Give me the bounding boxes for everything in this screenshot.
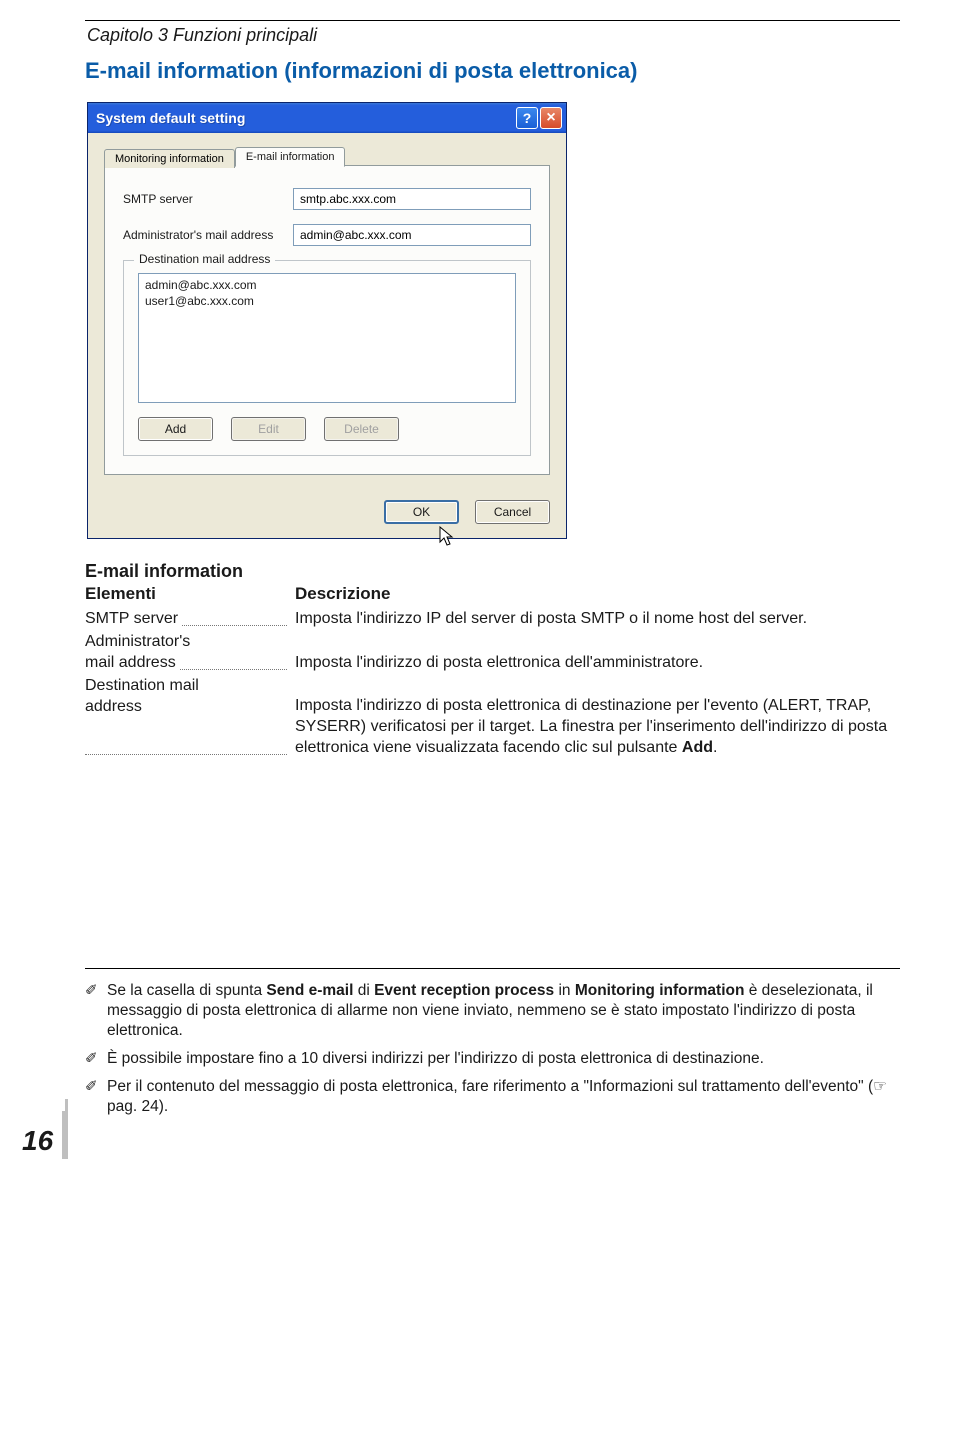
smtp-server-label: SMTP server bbox=[123, 192, 293, 206]
cancel-button[interactable]: Cancel bbox=[475, 500, 550, 524]
help-button[interactable]: ? bbox=[516, 107, 538, 129]
tab-email-information[interactable]: E-mail information bbox=[235, 147, 346, 167]
note-2: È possibile impostare fino a 10 diversi … bbox=[107, 1049, 764, 1069]
list-item[interactable]: admin@abc.xxx.com bbox=[145, 277, 509, 293]
note-1: Se la casella di spunta Send e-mail di E… bbox=[107, 981, 900, 1041]
admin-mail-label: Administrator's mail address bbox=[123, 228, 293, 242]
smtp-server-input[interactable] bbox=[293, 188, 531, 210]
term-admin: Administrator's mail address bbox=[85, 631, 295, 673]
note-icon: ✐ bbox=[85, 1077, 107, 1117]
note-icon: ✐ bbox=[85, 1049, 107, 1069]
column-elementi: Elementi bbox=[85, 584, 295, 604]
edit-button: Edit bbox=[231, 417, 306, 441]
desc-destination: Imposta l'indirizzo di posta elettronica… bbox=[295, 675, 900, 758]
term-destination: Destination mail address bbox=[85, 675, 295, 758]
desc-smtp: Imposta l'indirizzo IP del server di pos… bbox=[295, 608, 900, 629]
page-decoration bbox=[62, 1111, 68, 1159]
note-icon: ✐ bbox=[85, 981, 107, 1041]
note-3: Per il contenuto del messaggio di posta … bbox=[107, 1077, 900, 1117]
list-item[interactable]: user1@abc.xxx.com bbox=[145, 293, 509, 309]
column-descrizione: Descrizione bbox=[295, 584, 390, 604]
destination-groupbox: Destination mail address admin@abc.xxx.c… bbox=[123, 260, 531, 456]
desc-admin: Imposta l'indirizzo di posta elettronica… bbox=[295, 652, 900, 673]
ok-button[interactable]: OK bbox=[384, 500, 459, 524]
admin-mail-input[interactable] bbox=[293, 224, 531, 246]
info-heading: E-mail information bbox=[85, 561, 900, 582]
dialog-window: System default setting ? × Monitoring in… bbox=[87, 102, 567, 539]
term-smtp: SMTP server bbox=[85, 608, 295, 629]
page-number: 16 bbox=[22, 1125, 53, 1157]
window-title: System default setting bbox=[96, 110, 514, 126]
chapter-title: Capitolo 3 Funzioni principali bbox=[87, 25, 900, 46]
close-button[interactable]: × bbox=[540, 107, 562, 129]
delete-button: Delete bbox=[324, 417, 399, 441]
tab-panel-email: SMTP server Administrator's mail address… bbox=[104, 165, 550, 475]
titlebar: System default setting ? × bbox=[88, 103, 566, 133]
destination-group-title: Destination mail address bbox=[134, 252, 275, 266]
tab-monitoring-information[interactable]: Monitoring information bbox=[104, 149, 235, 168]
add-button[interactable]: Add bbox=[138, 417, 213, 441]
section-title: E-mail information (informazioni di post… bbox=[85, 58, 900, 84]
destination-listbox[interactable]: admin@abc.xxx.com user1@abc.xxx.com bbox=[138, 273, 516, 403]
